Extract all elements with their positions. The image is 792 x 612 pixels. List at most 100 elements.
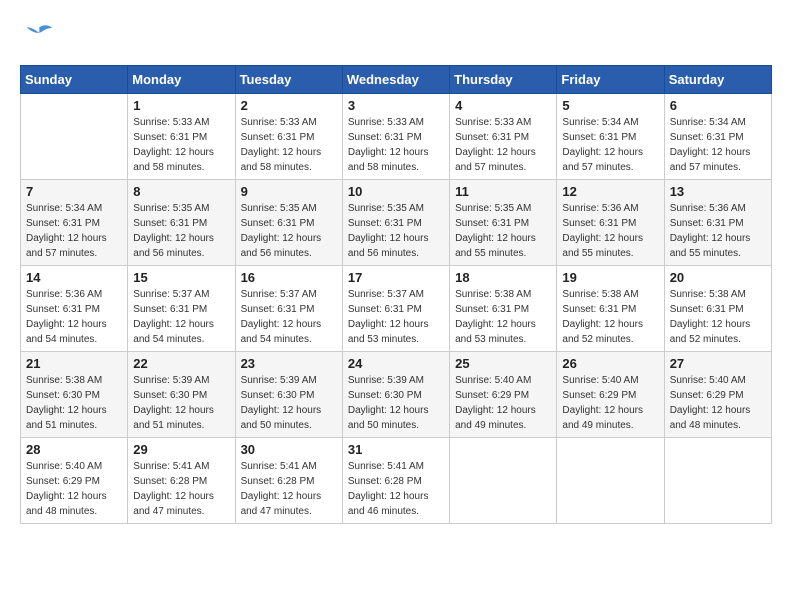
day-info: Sunrise: 5:40 AM Sunset: 6:29 PM Dayligh… <box>455 373 551 433</box>
calendar-day-cell: 16 Sunrise: 5:37 AM Sunset: 6:31 PM Dayli… <box>235 266 342 352</box>
day-info: Sunrise: 5:34 AM Sunset: 6:31 PM Dayligh… <box>26 201 122 261</box>
day-number: 14 <box>26 270 122 285</box>
day-info: Sunrise: 5:40 AM Sunset: 6:29 PM Dayligh… <box>562 373 658 433</box>
day-number: 20 <box>670 270 766 285</box>
day-info: Sunrise: 5:39 AM Sunset: 6:30 PM Dayligh… <box>348 373 444 433</box>
day-number: 16 <box>241 270 337 285</box>
day-number: 30 <box>241 442 337 457</box>
calendar-week-row: 1Sunrise: 5:33 AM Sunset: 6:31 PM Daylig… <box>21 94 772 180</box>
day-info: Sunrise: 5:38 AM Sunset: 6:31 PM Dayligh… <box>562 287 658 347</box>
page-header <box>20 20 772 55</box>
day-number: 8 <box>133 184 229 199</box>
day-info: Sunrise: 5:36 AM Sunset: 6:31 PM Dayligh… <box>26 287 122 347</box>
calendar-day-cell <box>21 94 128 180</box>
weekday-header: Wednesday <box>342 66 449 94</box>
day-number: 10 <box>348 184 444 199</box>
weekday-header: Thursday <box>450 66 557 94</box>
day-info: Sunrise: 5:38 AM Sunset: 6:31 PM Dayligh… <box>670 287 766 347</box>
day-info: Sunrise: 5:41 AM Sunset: 6:28 PM Dayligh… <box>241 459 337 519</box>
calendar-day-cell: 10 Sunrise: 5:35 AM Sunset: 6:31 PM Dayli… <box>342 180 449 266</box>
day-number: 9 <box>241 184 337 199</box>
day-info: Sunrise: 5:33 AM Sunset: 6:31 PM Dayligh… <box>348 115 444 175</box>
calendar-day-cell: 21 Sunrise: 5:38 AM Sunset: 6:30 PM Dayli… <box>21 352 128 438</box>
calendar-day-cell: 8 Sunrise: 5:35 AM Sunset: 6:31 PM Daylig… <box>128 180 235 266</box>
day-info: Sunrise: 5:41 AM Sunset: 6:28 PM Dayligh… <box>348 459 444 519</box>
calendar-week-row: 28 Sunrise: 5:40 AM Sunset: 6:29 PM Dayli… <box>21 438 772 524</box>
day-number: 21 <box>26 356 122 371</box>
day-number: 31 <box>348 442 444 457</box>
calendar-day-cell: 13 Sunrise: 5:36 AM Sunset: 6:31 PM Dayli… <box>664 180 771 266</box>
day-number: 18 <box>455 270 551 285</box>
day-number: 26 <box>562 356 658 371</box>
weekday-header: Saturday <box>664 66 771 94</box>
calendar-day-cell: 2 Sunrise: 5:33 AM Sunset: 6:31 PM Daylig… <box>235 94 342 180</box>
calendar-table: SundayMondayTuesdayWednesdayThursdayFrid… <box>20 65 772 524</box>
calendar-day-cell: 15 Sunrise: 5:37 AM Sunset: 6:31 PM Dayli… <box>128 266 235 352</box>
calendar-day-cell: 5 Sunrise: 5:34 AM Sunset: 6:31 PM Daylig… <box>557 94 664 180</box>
day-info: Sunrise: 5:37 AM Sunset: 6:31 PM Dayligh… <box>241 287 337 347</box>
day-number: 6 <box>670 98 766 113</box>
calendar-day-cell: 9 Sunrise: 5:35 AM Sunset: 6:31 PM Daylig… <box>235 180 342 266</box>
day-number: 24 <box>348 356 444 371</box>
calendar-header-row: SundayMondayTuesdayWednesdayThursdayFrid… <box>21 66 772 94</box>
day-number: 23 <box>241 356 337 371</box>
day-info: Sunrise: 5:34 AM Sunset: 6:31 PM Dayligh… <box>670 115 766 175</box>
day-info: Sunrise: 5:40 AM Sunset: 6:29 PM Dayligh… <box>26 459 122 519</box>
day-info: Sunrise: 5:39 AM Sunset: 6:30 PM Dayligh… <box>133 373 229 433</box>
day-info: Sunrise: 5:35 AM Sunset: 6:31 PM Dayligh… <box>133 201 229 261</box>
weekday-header: Monday <box>128 66 235 94</box>
calendar-day-cell: 4 Sunrise: 5:33 AM Sunset: 6:31 PM Daylig… <box>450 94 557 180</box>
day-info: Sunrise: 5:35 AM Sunset: 6:31 PM Dayligh… <box>348 201 444 261</box>
weekday-header: Tuesday <box>235 66 342 94</box>
day-info: Sunrise: 5:40 AM Sunset: 6:29 PM Dayligh… <box>670 373 766 433</box>
day-info: Sunrise: 5:36 AM Sunset: 6:31 PM Dayligh… <box>670 201 766 261</box>
calendar-day-cell: 27 Sunrise: 5:40 AM Sunset: 6:29 PM Dayli… <box>664 352 771 438</box>
day-number: 5 <box>562 98 658 113</box>
day-number: 11 <box>455 184 551 199</box>
day-number: 29 <box>133 442 229 457</box>
day-info: Sunrise: 5:36 AM Sunset: 6:31 PM Dayligh… <box>562 201 658 261</box>
day-info: Sunrise: 5:34 AM Sunset: 6:31 PM Dayligh… <box>562 115 658 175</box>
logo-bird-icon <box>24 20 54 55</box>
calendar-day-cell: 29Sunrise: 5:41 AM Sunset: 6:28 PM Dayli… <box>128 438 235 524</box>
calendar-day-cell <box>557 438 664 524</box>
day-number: 17 <box>348 270 444 285</box>
day-info: Sunrise: 5:35 AM Sunset: 6:31 PM Dayligh… <box>241 201 337 261</box>
day-info: Sunrise: 5:33 AM Sunset: 6:31 PM Dayligh… <box>133 115 229 175</box>
calendar-day-cell: 12 Sunrise: 5:36 AM Sunset: 6:31 PM Dayli… <box>557 180 664 266</box>
day-info: Sunrise: 5:33 AM Sunset: 6:31 PM Dayligh… <box>241 115 337 175</box>
day-number: 25 <box>455 356 551 371</box>
calendar-day-cell: 11 Sunrise: 5:35 AM Sunset: 6:31 PM Dayli… <box>450 180 557 266</box>
calendar-day-cell: 24 Sunrise: 5:39 AM Sunset: 6:30 PM Dayli… <box>342 352 449 438</box>
calendar-day-cell: 14 Sunrise: 5:36 AM Sunset: 6:31 PM Dayli… <box>21 266 128 352</box>
day-info: Sunrise: 5:37 AM Sunset: 6:31 PM Dayligh… <box>348 287 444 347</box>
day-number: 12 <box>562 184 658 199</box>
day-info: Sunrise: 5:37 AM Sunset: 6:31 PM Dayligh… <box>133 287 229 347</box>
day-number: 4 <box>455 98 551 113</box>
day-number: 7 <box>26 184 122 199</box>
day-number: 15 <box>133 270 229 285</box>
calendar-day-cell: 6 Sunrise: 5:34 AM Sunset: 6:31 PM Daylig… <box>664 94 771 180</box>
day-info: Sunrise: 5:35 AM Sunset: 6:31 PM Dayligh… <box>455 201 551 261</box>
weekday-header: Friday <box>557 66 664 94</box>
weekday-header: Sunday <box>21 66 128 94</box>
calendar-day-cell: 18Sunrise: 5:38 AM Sunset: 6:31 PM Dayli… <box>450 266 557 352</box>
day-number: 2 <box>241 98 337 113</box>
day-info: Sunrise: 5:33 AM Sunset: 6:31 PM Dayligh… <box>455 115 551 175</box>
calendar-day-cell: 17 Sunrise: 5:37 AM Sunset: 6:31 PM Dayli… <box>342 266 449 352</box>
calendar-day-cell: 28 Sunrise: 5:40 AM Sunset: 6:29 PM Dayli… <box>21 438 128 524</box>
day-info: Sunrise: 5:38 AM Sunset: 6:30 PM Dayligh… <box>26 373 122 433</box>
day-number: 19 <box>562 270 658 285</box>
day-number: 13 <box>670 184 766 199</box>
calendar-week-row: 7 Sunrise: 5:34 AM Sunset: 6:31 PM Daylig… <box>21 180 772 266</box>
calendar-day-cell: 19 Sunrise: 5:38 AM Sunset: 6:31 PM Dayli… <box>557 266 664 352</box>
calendar-day-cell <box>450 438 557 524</box>
calendar-week-row: 14 Sunrise: 5:36 AM Sunset: 6:31 PM Dayli… <box>21 266 772 352</box>
calendar-day-cell: 30 Sunrise: 5:41 AM Sunset: 6:28 PM Dayli… <box>235 438 342 524</box>
calendar-day-cell: 7 Sunrise: 5:34 AM Sunset: 6:31 PM Daylig… <box>21 180 128 266</box>
day-number: 28 <box>26 442 122 457</box>
calendar-day-cell: 31 Sunrise: 5:41 AM Sunset: 6:28 PM Dayli… <box>342 438 449 524</box>
calendar-day-cell: 20 Sunrise: 5:38 AM Sunset: 6:31 PM Dayli… <box>664 266 771 352</box>
day-number: 27 <box>670 356 766 371</box>
calendar-day-cell: 3Sunrise: 5:33 AM Sunset: 6:31 PM Daylig… <box>342 94 449 180</box>
